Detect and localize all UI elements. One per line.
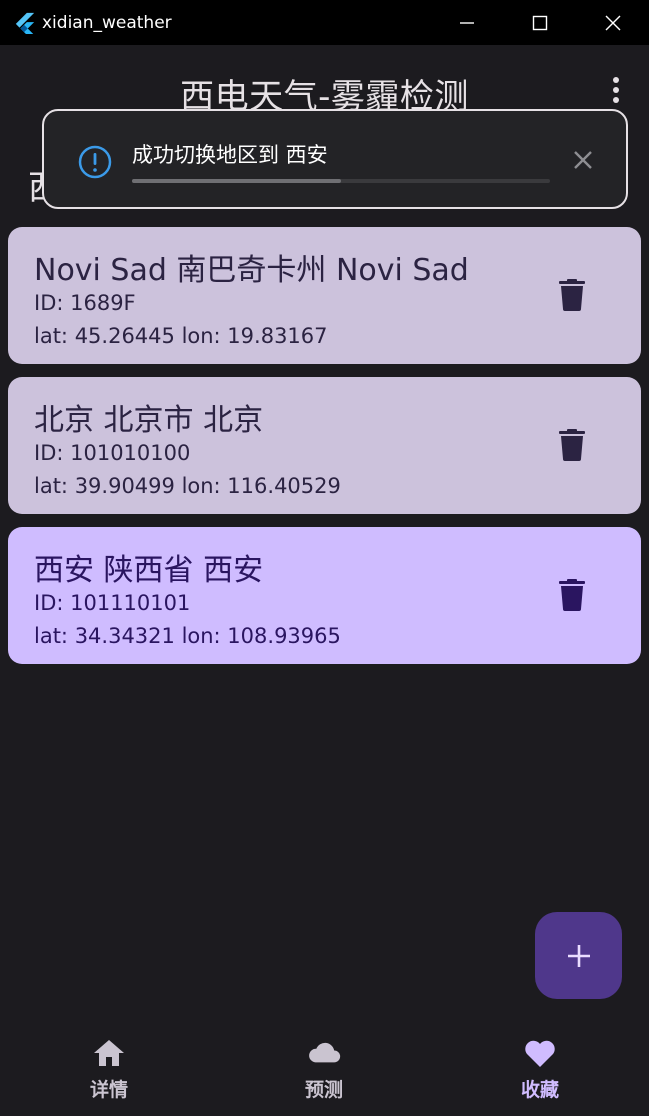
delete-icon[interactable]	[559, 579, 585, 611]
flutter-logo-icon	[15, 12, 35, 34]
favorite-card[interactable]: 北京 北京市 北京 ID: 101010100 lat: 39.90499 lo…	[8, 377, 641, 514]
favorite-coords: lat: 39.90499 lon: 116.40529	[34, 474, 341, 498]
favorite-name: 北京 北京市 北京	[34, 403, 264, 438]
heart-icon	[525, 1040, 555, 1067]
close-window-button[interactable]	[576, 0, 649, 45]
favorite-coords: lat: 45.26445 lon: 19.83167	[34, 324, 328, 348]
home-icon	[94, 1040, 124, 1066]
toast-progress-fill	[132, 179, 341, 183]
favorite-id: ID: 1689F	[34, 291, 136, 315]
toast-progress-bar	[132, 179, 550, 183]
close-icon	[605, 15, 620, 30]
delete-icon[interactable]	[559, 279, 585, 311]
maximize-button[interactable]	[503, 0, 576, 45]
cloud-icon	[309, 1042, 341, 1063]
nav-label: 预测	[304, 1079, 343, 1101]
nav-label: 详情	[89, 1079, 128, 1101]
window-title: xidian_weather	[42, 12, 172, 33]
plus-icon	[567, 944, 590, 967]
add-location-button[interactable]	[535, 912, 622, 999]
minimize-button[interactable]	[430, 0, 503, 45]
favorite-coords: lat: 34.34321 lon: 108.93965	[34, 624, 341, 648]
info-icon	[78, 145, 112, 179]
favorite-name: Novi Sad 南巴奇卡州 Novi Sad	[34, 253, 469, 288]
delete-icon[interactable]	[559, 429, 585, 461]
nav-item-forecast[interactable]: 预测	[254, 1025, 394, 1116]
minimize-icon	[459, 21, 474, 24]
toast-message: 成功切换地区到 西安	[132, 143, 328, 167]
toast-notification: 成功切换地区到 西安	[42, 109, 628, 209]
more-vert-icon	[613, 77, 619, 103]
nav-item-details[interactable]: 详情	[39, 1025, 179, 1116]
nav-label: 收藏	[520, 1079, 559, 1101]
favorite-card-selected[interactable]: 西安 陕西省 西安 ID: 101110101 lat: 34.34321 lo…	[8, 527, 641, 664]
favorite-name: 西安 陕西省 西安	[34, 553, 264, 588]
window-titlebar: xidian_weather	[0, 0, 649, 45]
more-menu-button[interactable]	[601, 75, 631, 105]
favorite-id: ID: 101110101	[34, 591, 191, 615]
favorite-id: ID: 101010100	[34, 441, 191, 465]
toast-close-icon[interactable]	[570, 147, 596, 173]
bottom-navigation: 详情 预测 收藏	[0, 1025, 649, 1116]
maximize-icon	[532, 15, 547, 30]
nav-item-favorites[interactable]: 收藏	[470, 1025, 610, 1116]
favorite-card[interactable]: Novi Sad 南巴奇卡州 Novi Sad ID: 1689F lat: 4…	[8, 227, 641, 364]
